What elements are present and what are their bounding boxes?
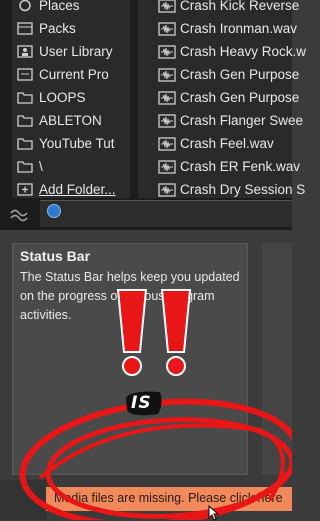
sidebar-item-user-library[interactable]: User Library (12, 40, 130, 62)
folder-icon (17, 91, 33, 104)
sidebar-item-label: Current Pro (39, 66, 109, 82)
audio-file-icon (158, 67, 176, 82)
sidebar-item-label: ABLETON (39, 112, 102, 128)
file-name: Crash Ironman.wav (180, 21, 298, 36)
overlay-word: IS (131, 393, 152, 413)
folder-icon (17, 114, 33, 127)
file-list-item[interactable]: Crash Ironman.wav (138, 17, 297, 40)
audio-file-icon (158, 113, 176, 128)
sidebar-item-label: User Library (39, 43, 113, 59)
audio-file-icon (158, 44, 176, 59)
file-list-item[interactable]: Crash Flanger Swee (138, 109, 303, 132)
file-name: Crash Kick Reverse (180, 0, 300, 13)
preview-toggle-icon[interactable] (8, 205, 32, 225)
sidebar-item-label: Places (39, 0, 80, 13)
file-name: Crash Dry Session S (180, 182, 306, 197)
preview-strip[interactable] (40, 200, 292, 227)
file-list-item[interactable]: Crash Heavy Rock.w (138, 40, 306, 63)
user-library-icon (17, 44, 33, 58)
file-list-item[interactable]: Crash Kick Reverse (138, 0, 299, 17)
audio-file-icon (158, 90, 176, 105)
audio-file-icon (158, 0, 176, 13)
sidebar-item-loops[interactable]: LOOPS (12, 86, 130, 108)
audio-file-icon (158, 136, 176, 151)
sidebar-item-youtube-tut[interactable]: YouTube Tut (12, 132, 130, 154)
mouse-cursor-icon (208, 505, 220, 521)
packs-icon (17, 21, 33, 35)
file-name: Crash ER Fenk.wav (180, 159, 301, 174)
info-view-title: Status Bar (20, 248, 91, 264)
status-bar-message[interactable]: Media files are missing. Please click he… (54, 491, 283, 505)
sidebar-item-label: LOOPS (39, 89, 86, 105)
info-view-body: The Status Bar helps keep you updated on… (20, 270, 240, 322)
file-list-item[interactable]: Crash Feel.wav (138, 132, 292, 155)
add-folder-icon (17, 182, 33, 196)
folder-icon (17, 160, 33, 173)
status-left-area (0, 480, 46, 520)
file-name: Crash Heavy Rock.w (180, 44, 307, 59)
sidebar-item-add-folder[interactable]: Add Folder... (12, 178, 130, 200)
places-icon (17, 0, 33, 12)
file-name: Crash Gen Purpose (180, 90, 300, 105)
sidebar-item-packs[interactable]: Packs (12, 17, 130, 39)
sidebar-item-backslash[interactable]: \ (12, 155, 130, 177)
sidebar-item-label: Packs (39, 20, 76, 36)
main-view-edge (262, 243, 292, 475)
sidebar-item-ableton[interactable]: ABLETON (12, 109, 130, 131)
browser-file-list: Crash Kick Reverse Crash Ironman.wav Crash… (138, 0, 306, 198)
file-list-item[interactable]: Crash ER Fenk.wav (138, 155, 300, 178)
browser-sidebar: Places Packs User Library Current Pro LOOPS A… (12, 0, 130, 198)
file-name: Crash Gen Purpose (180, 67, 300, 82)
sidebar-item-label: YouTube Tut (39, 135, 115, 151)
file-list-item[interactable]: Crash Gen Purpose (138, 63, 299, 86)
sidebar-item-current-pro[interactable]: Current Pro (12, 63, 130, 85)
file-name: Crash Feel.wav (180, 136, 274, 151)
file-name: Crash Flanger Swee (180, 113, 304, 128)
folder-icon (17, 137, 33, 150)
sidebar-item-label: \ (39, 158, 43, 174)
sidebar-item-places[interactable]: Places (12, 0, 130, 16)
sidebar-item-label: Add Folder... (39, 181, 116, 197)
audio-file-icon (158, 21, 176, 36)
current-project-icon (17, 67, 33, 81)
file-list-item[interactable]: Crash Gen Purpose (138, 86, 299, 109)
audio-file-icon (158, 159, 176, 174)
preview-play-icon[interactable] (47, 204, 61, 218)
audio-file-icon (158, 182, 176, 197)
